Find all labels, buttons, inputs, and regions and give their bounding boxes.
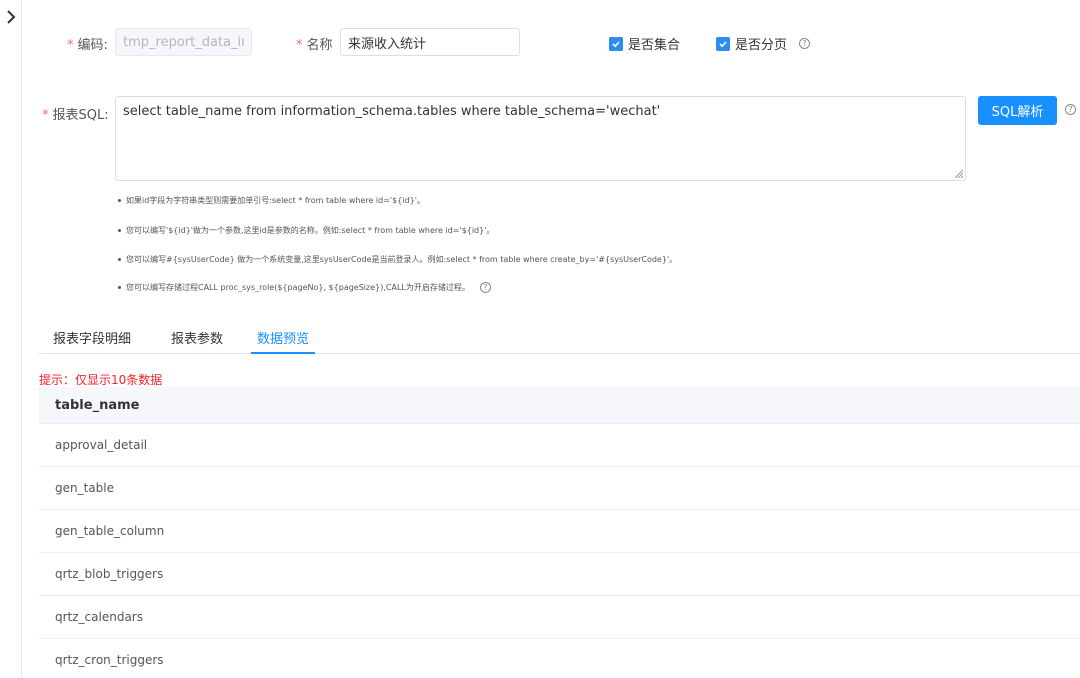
is-collection-checkbox[interactable]: 是否集合 [609,34,680,53]
sql-label: * 报表SQL: [42,108,109,123]
is-paged-label: 是否分页 [735,38,788,53]
table-row[interactable]: qrtz_blob_triggers [39,553,1080,596]
tab-field-details[interactable]: 报表字段明细 [53,322,131,354]
tab-data-preview[interactable]: 数据预览 [251,322,315,354]
sql-parse-button[interactable]: SQL解析 [978,96,1057,125]
is-collection-label: 是否集合 [628,38,681,53]
name-label: * 名称 [296,38,333,53]
check-icon [716,36,730,51]
table-header-cell: table_name [39,387,1080,424]
tab-bar: 报表字段明细 报表参数 数据预览 [38,322,1080,354]
tip-item: 您可以编写存储过程CALL proc_sys_role(${pageNo}, $… [118,282,491,293]
is-paged-checkbox[interactable]: 是否分页 ? [716,34,811,53]
sql-text: select table_name from information_schem… [123,104,661,119]
help-icon[interactable]: ? [799,38,811,49]
help-icon[interactable]: ? [1065,104,1076,115]
preview-notice: 提示：仅显示10条数据 [39,373,163,387]
sql-textarea[interactable]: select table_name from information_schem… [115,96,966,181]
tip-item: 如果id字段为字符串类型则需要加单引号:select * from table … [118,195,425,206]
table-row[interactable]: gen_table [39,467,1080,510]
name-input[interactable] [340,28,520,56]
tab-parameters[interactable]: 报表参数 [170,322,224,354]
code-input [115,28,252,56]
chevron-right-icon[interactable] [4,8,18,26]
tip-item: 您可以编写'${id}'做为一个参数,这里id是参数的名称。例如:select … [118,225,494,236]
resize-grip-icon[interactable] [953,168,963,178]
help-icon[interactable]: ? [479,282,491,293]
left-divider [21,0,22,678]
preview-table: table_name approval_detail gen_table gen… [39,387,1080,678]
check-icon [609,36,623,51]
tip-item: 您可以编写#{sysUserCode} 做为一个系统变量,这里sysUserCo… [118,254,677,265]
table-row[interactable]: qrtz_cron_triggers [39,639,1080,678]
table-row[interactable]: approval_detail [39,424,1080,467]
table-row[interactable]: qrtz_calendars [39,596,1080,639]
code-label: * 编码: [67,38,108,53]
table-row[interactable]: gen_table_column [39,510,1080,553]
